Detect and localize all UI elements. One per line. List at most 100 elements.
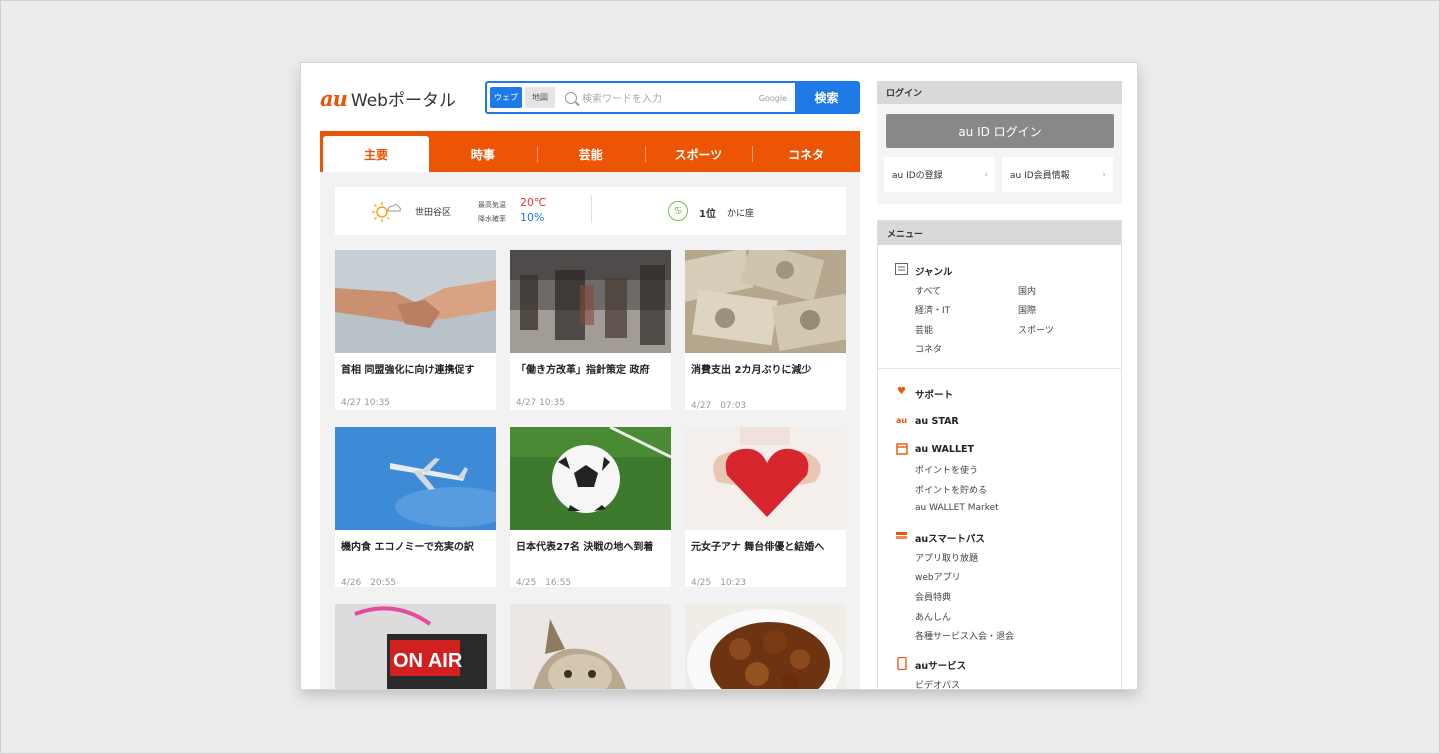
weather-labels: 最高気温 降水確率 bbox=[478, 198, 506, 226]
commuters-image bbox=[510, 250, 671, 353]
article-date: 4/27 10:35 bbox=[516, 398, 566, 408]
member-info-label: au ID会員情報 bbox=[1010, 171, 1070, 181]
smartpass-link-subscribe[interactable]: 各種サービス入会・退会 bbox=[915, 629, 1014, 642]
article-card[interactable]: 日本代表27名 決戦の地へ到着 4/25 16:55 bbox=[510, 427, 671, 587]
genre-link-sports[interactable]: スポーツ bbox=[1018, 323, 1054, 336]
chevron-right-icon: › bbox=[984, 170, 988, 180]
menu-header: メニュー bbox=[878, 221, 1121, 245]
cat-image bbox=[510, 604, 671, 689]
genre-icon bbox=[895, 263, 908, 275]
article-date: 4/27 07:03 bbox=[691, 401, 747, 410]
smartpass-link-benefits[interactable]: 会員特典 bbox=[915, 590, 951, 603]
search-bar: ウェブ 地図 検索ワードを入力 Google 検索 bbox=[485, 81, 860, 114]
genre-heading: ジャンル bbox=[915, 267, 953, 278]
heart-image bbox=[685, 427, 846, 530]
tab-sports[interactable]: スポーツ bbox=[644, 136, 753, 172]
article-card[interactable]: 「働き方改革」指針策定 政府 4/27 10:35 bbox=[510, 250, 671, 410]
svg-text:ON AIR: ON AIR bbox=[393, 650, 463, 672]
article-date: 4/25 16:55 bbox=[516, 578, 572, 587]
search-placeholder: 検索ワードを入力 bbox=[582, 94, 662, 105]
tab-koneta[interactable]: コネタ bbox=[752, 136, 860, 172]
smartpass-link-webapps[interactable]: webアプリ bbox=[915, 570, 961, 583]
genre-link-entertainment[interactable]: 芸能 bbox=[915, 323, 933, 336]
au-wallet-heading[interactable]: au WALLET bbox=[915, 444, 974, 455]
support-link[interactable]: サポート bbox=[915, 387, 953, 401]
article-title: 機内食 エコノミーで充実の訳 bbox=[341, 542, 474, 553]
yen-notes-image bbox=[685, 250, 846, 353]
search-tab-web[interactable]: ウェブ bbox=[490, 87, 522, 108]
article-date: 4/26 20:55 bbox=[341, 578, 397, 587]
category-nav: 主要 時事 芸能 スポーツ コネタ bbox=[320, 131, 860, 172]
wallet-link-use-points[interactable]: ポイントを使う bbox=[915, 463, 978, 476]
temperature-value: 20℃ bbox=[520, 196, 547, 209]
cancer-zodiac-icon: ♋ bbox=[668, 201, 688, 221]
article-title: 元女子アナ 舞台俳優と結婚へ bbox=[691, 542, 825, 553]
login-header: ログイン bbox=[877, 81, 1122, 104]
search-icon bbox=[565, 91, 577, 104]
article-title: 消費支出 2カ月ぶりに減少 bbox=[691, 365, 812, 376]
smartpass-icon bbox=[895, 530, 908, 542]
article-card[interactable] bbox=[510, 604, 671, 689]
au-star-link[interactable]: au STAR bbox=[915, 416, 959, 427]
airplane-image bbox=[335, 427, 496, 530]
article-date: 4/27 10:35 bbox=[341, 398, 391, 408]
article-card[interactable]: ON AIR bbox=[335, 604, 496, 689]
rain-probability-value: 10% bbox=[520, 211, 545, 224]
genre-link-all[interactable]: すべて bbox=[915, 284, 941, 297]
article-title: 日本代表27名 決戦の地へ到着 bbox=[516, 542, 654, 553]
menu-panel: メニュー ジャンル すべて 国内 経済・IT 国際 芸能 スポーツ コネタ ♥ … bbox=[877, 220, 1122, 689]
search-input[interactable]: 検索ワードを入力 Google bbox=[555, 83, 795, 112]
register-label: au IDの登録 bbox=[892, 171, 943, 181]
article-card[interactable]: 消費支出 2カ月ぶりに減少 4/27 07:03 bbox=[685, 250, 846, 410]
article-date: 4/25 10:23 bbox=[691, 578, 747, 587]
smartphone-icon bbox=[895, 656, 908, 671]
article-title: 「働き方改革」指針策定 政府 bbox=[516, 365, 650, 376]
sun-cloud-icon bbox=[372, 202, 401, 222]
genre-link-international[interactable]: 国際 bbox=[1018, 303, 1036, 316]
weather-divider bbox=[591, 195, 592, 223]
curry-image bbox=[685, 604, 846, 689]
wallet-link-save-points[interactable]: ポイントを貯める bbox=[915, 483, 987, 496]
tab-entertainment[interactable]: 芸能 bbox=[536, 136, 645, 172]
au-id-member-info-button[interactable]: au ID会員情報 › bbox=[1002, 157, 1113, 192]
smartpass-link-anshin[interactable]: あんしん bbox=[915, 610, 951, 623]
chevron-right-icon: › bbox=[1102, 170, 1106, 180]
tab-main[interactable]: 主要 bbox=[323, 136, 429, 172]
soccer-ball-image bbox=[510, 427, 671, 530]
horoscope-sign: かに座 bbox=[727, 209, 755, 219]
login-panel: ログイン au ID ログイン au IDの登録 › au ID会員情報 › bbox=[877, 81, 1122, 204]
search-tab-map[interactable]: 地図 bbox=[525, 87, 555, 108]
horoscope-rank: 1位 bbox=[699, 209, 716, 220]
browser-window: au Webポータル ウェブ 地図 検索ワードを入力 Google 検索 主要 … bbox=[300, 62, 1138, 690]
genre-link-economy-it[interactable]: 経済・IT bbox=[915, 303, 950, 316]
google-logo: Google bbox=[758, 94, 787, 103]
smartpass-heading[interactable]: auスマートパス bbox=[915, 531, 985, 545]
genre-link-koneta[interactable]: コネタ bbox=[915, 342, 942, 355]
on-air-sign-image: ON AIR bbox=[335, 604, 496, 689]
au-id-login-button[interactable]: au ID ログイン bbox=[886, 114, 1114, 148]
logo-brand: au bbox=[320, 86, 348, 111]
article-card[interactable]: 機内食 エコノミーで充実の訳 4/26 20:55 bbox=[335, 427, 496, 587]
heart-icon: ♥ bbox=[897, 386, 906, 397]
smartpass-link-apps[interactable]: アプリ取り放題 bbox=[915, 551, 978, 564]
handshake-image bbox=[335, 250, 496, 353]
article-card[interactable]: 首相 同盟強化に向け連携促す 4/27 10:35 bbox=[335, 250, 496, 410]
tab-news[interactable]: 時事 bbox=[429, 136, 537, 172]
weather-widget[interactable]: 世田谷区 最高気温 降水確率 20℃ 10% ♋ 1位 かに座 bbox=[335, 187, 846, 235]
au-web-portal-logo[interactable]: au Webポータル bbox=[320, 86, 456, 111]
temp-label: 最高気温 bbox=[478, 201, 506, 209]
au-id-register-button[interactable]: au IDの登録 › bbox=[884, 157, 995, 192]
au-services-heading[interactable]: auサービス bbox=[915, 658, 966, 672]
au-star-icon: au bbox=[895, 416, 908, 425]
services-link-videopass[interactable]: ビデオパス bbox=[915, 678, 960, 689]
weather-location: 世田谷区 bbox=[415, 208, 452, 218]
article-card[interactable]: 元女子アナ 舞台俳優と結婚へ 4/25 10:23 bbox=[685, 427, 846, 587]
article-title: 首相 同盟強化に向け連携促す bbox=[341, 365, 475, 376]
wallet-link-market[interactable]: au WALLET Market bbox=[915, 503, 999, 513]
logo-text: Webポータル bbox=[350, 91, 456, 111]
rain-label: 降水確率 bbox=[478, 215, 506, 223]
search-button[interactable]: 検索 bbox=[795, 83, 858, 112]
genre-link-domestic[interactable]: 国内 bbox=[1018, 284, 1036, 297]
menu-divider bbox=[878, 368, 1121, 369]
article-card[interactable] bbox=[685, 604, 846, 689]
